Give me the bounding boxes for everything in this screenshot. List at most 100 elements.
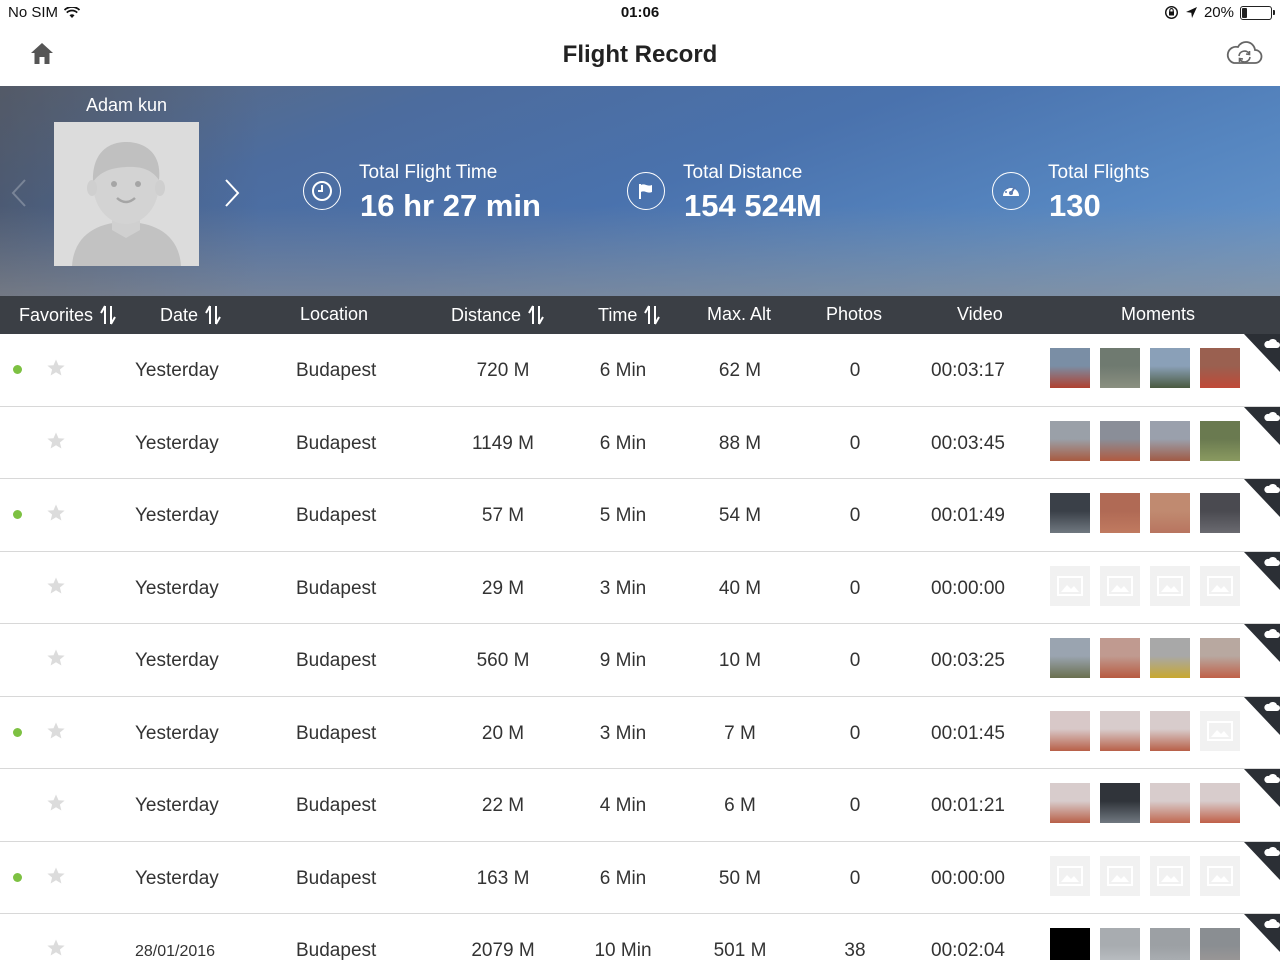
flight-distance: 163 M [476, 867, 530, 889]
cloud-upload-icon[interactable] [1244, 479, 1280, 539]
star-icon[interactable] [46, 793, 66, 813]
moment-thumbnail[interactable] [1150, 783, 1190, 823]
column-location[interactable]: Location [300, 304, 368, 325]
flight-location: Budapest [296, 795, 377, 816]
moment-placeholder[interactable] [1150, 565, 1190, 606]
moment-thumbnail[interactable] [1100, 783, 1140, 823]
flight-row[interactable]: Yesterday Budapest 1149 M 6 Min 88 M 0 00:03:4… [0, 406, 1280, 479]
column-max-alt[interactable]: Max. Alt [707, 304, 771, 325]
moment-thumbnail[interactable] [1050, 420, 1090, 461]
moment-thumbnail[interactable] [1150, 493, 1190, 533]
moment-thumbnail[interactable] [1100, 348, 1140, 388]
synced-dot-icon [13, 727, 22, 737]
moment-placeholder[interactable] [1100, 855, 1140, 896]
flight-video: 00:00:00 [931, 867, 1005, 889]
moment-placeholder[interactable] [1150, 855, 1190, 896]
moments-thumbnails [1050, 493, 1240, 533]
chevron-left-icon[interactable] [10, 178, 28, 208]
cloud-upload-icon[interactable] [1244, 696, 1280, 757]
flight-photos: 0 [849, 432, 861, 454]
flight-video: 00:03:45 [931, 432, 1005, 454]
moment-placeholder[interactable] [1100, 565, 1140, 606]
star-icon[interactable] [46, 431, 66, 451]
moment-thumbnail[interactable] [1050, 783, 1090, 823]
chevron-right-icon[interactable] [222, 178, 242, 208]
moment-thumbnail[interactable] [1150, 710, 1190, 751]
flight-row[interactable]: Yesterday Budapest 163 M 6 Min 50 M 0 00:00:00 [0, 841, 1280, 914]
flight-max-alt: 40 M [718, 577, 762, 599]
moments-thumbnails [1050, 928, 1240, 960]
flight-max-alt: 54 M [718, 505, 762, 526]
cloud-upload-icon[interactable] [1244, 769, 1280, 829]
moment-thumbnail[interactable] [1200, 493, 1240, 533]
moment-thumbnail[interactable] [1200, 420, 1240, 461]
moment-placeholder[interactable] [1050, 565, 1090, 606]
column-time[interactable]: Time [598, 304, 661, 326]
moment-thumbnail[interactable] [1150, 928, 1190, 960]
moment-thumbnail[interactable] [1100, 493, 1140, 533]
star-icon[interactable] [46, 503, 66, 523]
column-label: Time [598, 304, 638, 325]
star-icon[interactable] [46, 576, 66, 596]
flight-row[interactable]: Yesterday Budapest 20 M 3 Min 7 M 0 00:01:45 [0, 696, 1280, 769]
moment-thumbnail[interactable] [1150, 420, 1190, 461]
flight-date: Yesterday [135, 650, 219, 671]
flight-distance: 560 M [476, 650, 530, 671]
moment-thumbnail[interactable] [1100, 420, 1140, 461]
moment-placeholder[interactable] [1200, 710, 1240, 751]
cloud-upload-icon[interactable] [1244, 334, 1280, 394]
flight-date: Yesterday [135, 722, 219, 744]
moment-thumbnail[interactable] [1150, 638, 1190, 678]
moment-thumbnail[interactable] [1100, 928, 1140, 960]
flight-date: 28/01/2016 [135, 943, 216, 960]
star-icon[interactable] [46, 721, 66, 741]
moment-thumbnail[interactable] [1200, 638, 1240, 678]
flight-row[interactable]: Yesterday Budapest 57 M 5 Min 54 M 0 00:01:49 [0, 479, 1280, 552]
flight-date: Yesterday [135, 577, 219, 599]
moment-thumbnail[interactable] [1150, 348, 1190, 388]
flight-row[interactable]: Yesterday Budapest 22 M 4 Min 6 M 0 00:01:21 [0, 769, 1280, 842]
moment-thumbnail[interactable] [1050, 710, 1090, 751]
cloud-upload-icon[interactable] [1244, 841, 1280, 902]
moment-thumbnail[interactable] [1050, 348, 1090, 388]
star-icon[interactable] [46, 648, 66, 668]
moment-thumbnail[interactable] [1200, 783, 1240, 823]
cloud-upload-icon[interactable] [1244, 551, 1280, 612]
moment-thumbnail[interactable] [1100, 638, 1140, 678]
flight-row[interactable]: Yesterday Budapest 720 M 6 Min 62 M 0 00:03:17 [0, 334, 1280, 407]
profile-banner: Adam kun Total Flight Time 16 hr 27 min … [0, 86, 1280, 296]
moment-thumbnail[interactable] [1050, 928, 1090, 960]
star-icon[interactable] [46, 358, 66, 378]
avatar[interactable] [54, 122, 199, 266]
moment-thumbnail[interactable] [1200, 928, 1240, 960]
flight-location: Budapest [296, 722, 377, 744]
cloud-sync-icon[interactable] [1224, 38, 1264, 70]
flight-row[interactable]: 28/01/2016 Budapest 2079 M 10 Min 501 M 38 00:… [0, 914, 1280, 960]
moment-placeholder[interactable] [1050, 855, 1090, 896]
flight-row[interactable]: Yesterday Budapest 560 M 9 Min 10 M 0 00:03:25 [0, 624, 1280, 697]
column-moments[interactable]: Moments [1121, 304, 1195, 325]
moment-thumbnail[interactable] [1200, 348, 1240, 388]
flight-max-alt: 88 M [718, 432, 762, 454]
flight-time: 5 Min [599, 505, 647, 526]
flight-row[interactable]: Yesterday Budapest 29 M 3 Min 40 M 0 00:00:00 [0, 551, 1280, 624]
moment-placeholder[interactable] [1200, 565, 1240, 606]
column-photos[interactable]: Photos [826, 304, 882, 325]
moments-thumbnails [1050, 420, 1240, 461]
moment-thumbnail[interactable] [1050, 493, 1090, 533]
column-distance[interactable]: Distance [451, 304, 545, 326]
column-favorites[interactable]: Favorites [19, 304, 117, 326]
moment-placeholder[interactable] [1200, 855, 1240, 896]
flight-distance: 720 M [476, 360, 530, 381]
flight-video: 00:03:17 [931, 360, 1005, 381]
column-label: Photos [826, 304, 883, 324]
column-video[interactable]: Video [957, 304, 1003, 325]
cloud-upload-icon[interactable] [1244, 914, 1280, 960]
moment-thumbnail[interactable] [1050, 638, 1090, 678]
star-icon[interactable] [46, 866, 66, 886]
cloud-upload-icon[interactable] [1244, 624, 1280, 684]
moment-thumbnail[interactable] [1100, 710, 1140, 751]
cloud-upload-icon[interactable] [1244, 406, 1280, 467]
column-date[interactable]: Date [160, 304, 222, 326]
star-icon[interactable] [46, 938, 66, 958]
